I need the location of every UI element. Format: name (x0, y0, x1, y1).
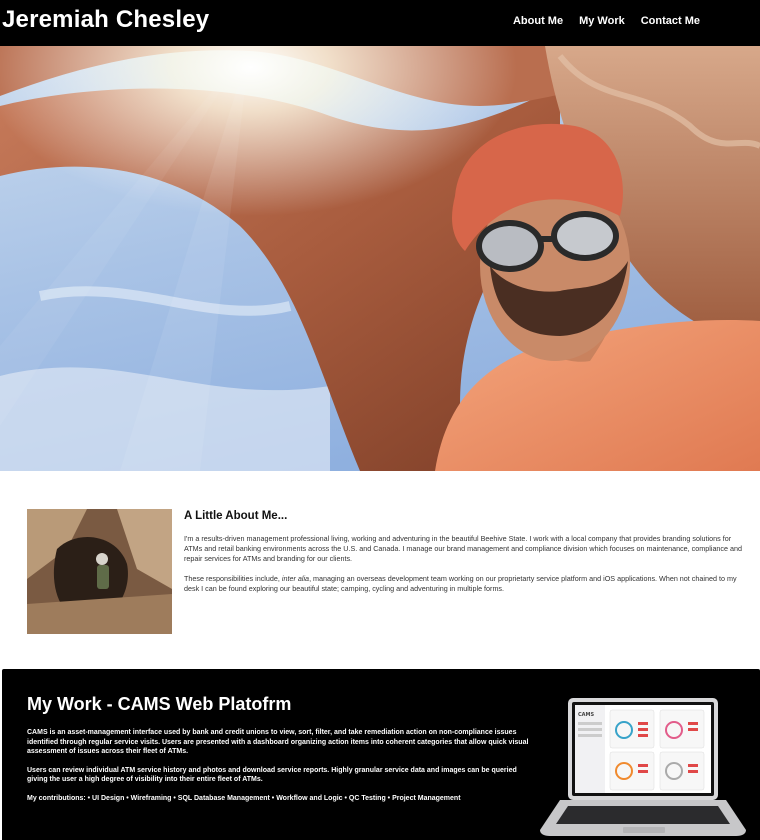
nav-my-work[interactable]: My Work (579, 15, 625, 27)
about-title: A Little About Me... (184, 510, 288, 522)
site-brand[interactable]: Jeremiah Chesley (2, 6, 209, 34)
laptop-logo: CAMS (578, 712, 595, 718)
nav-contact-me[interactable]: Contact Me (641, 15, 700, 27)
work-paragraph-1: CAMS is an asset-management interface us… (27, 729, 529, 755)
about-section: A Little About Me... I'm a results-drive… (0, 471, 760, 669)
about-photo (27, 509, 172, 634)
work-text: CAMS is an asset-management interface us… (27, 728, 532, 803)
about-text: A Little About Me... I'm a results-drive… (184, 510, 744, 604)
work-contributions: My contributions: • UI Design • Wirefram… (27, 794, 461, 802)
about-p2-emphasis: inter alia (281, 574, 310, 583)
work-title: My Work - CAMS Web Platofrm (27, 694, 292, 714)
main-nav: About Me My Work Contact Me (513, 15, 700, 27)
site-header: Jeremiah Chesley About Me My Work Contac… (0, 0, 760, 46)
work-paragraph-2: Users can review individual ATM service … (27, 766, 517, 784)
hero-image (0, 46, 760, 471)
about-paragraph-1: I'm a results-driven management professi… (184, 534, 743, 563)
laptop-mockup: CAMS (538, 696, 750, 840)
about-paragraph-2: These responsibilities include, inter al… (184, 574, 744, 594)
nav-about-me[interactable]: About Me (513, 15, 563, 27)
work-section: My Work - CAMS Web Platofrm CAMS is an a… (2, 669, 760, 840)
about-p2-start: These responsibilities include, (184, 574, 282, 583)
